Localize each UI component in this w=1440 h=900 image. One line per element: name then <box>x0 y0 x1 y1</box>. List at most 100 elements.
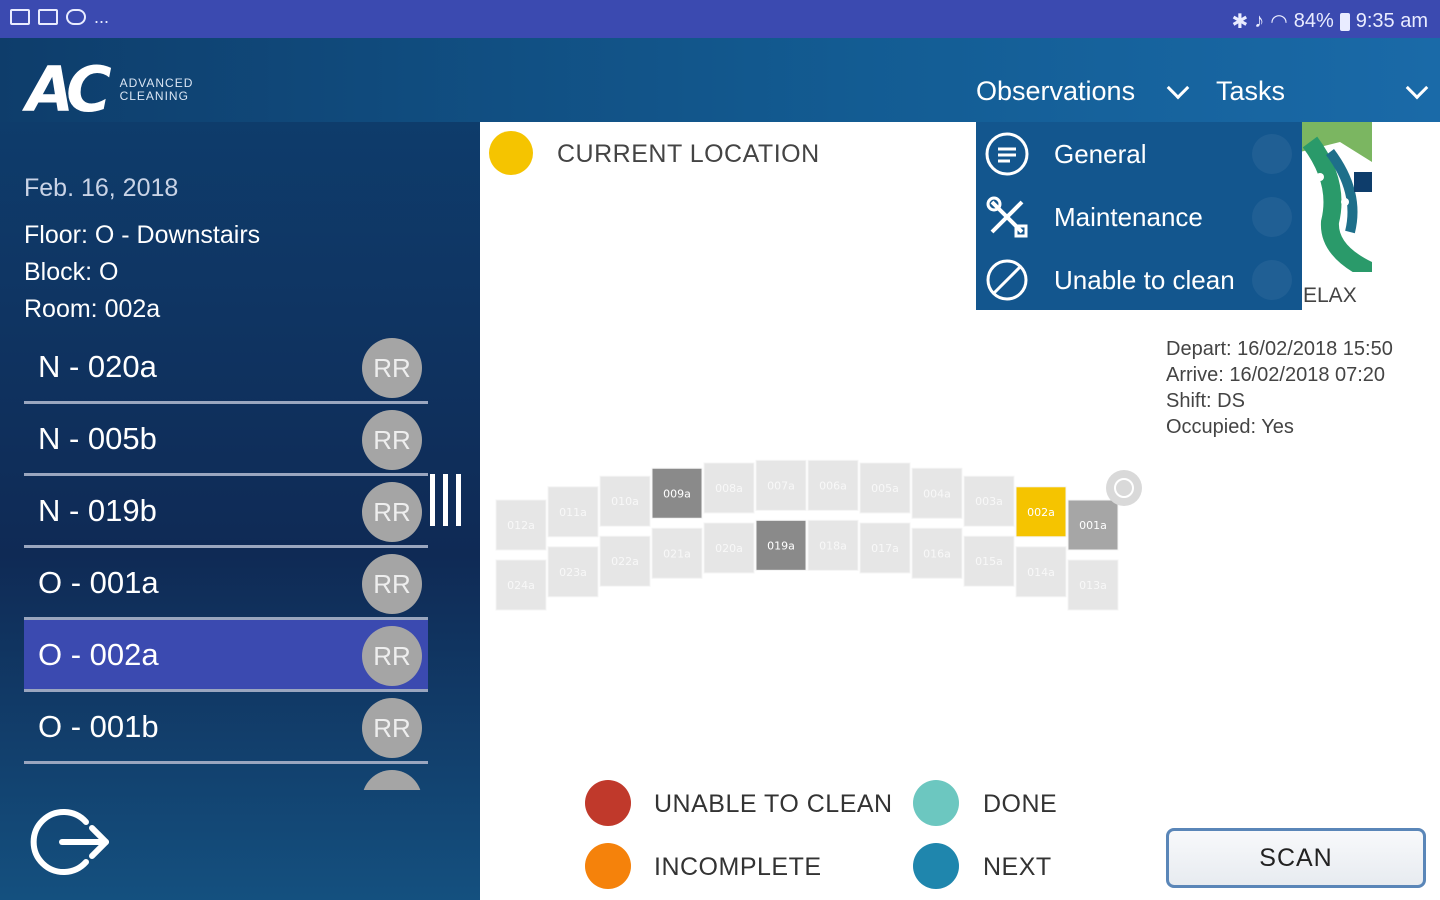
rotate-icon[interactable] <box>1106 470 1142 506</box>
seat-label: 009a <box>663 487 691 500</box>
room-list-item-label: N - 020a <box>38 348 157 384</box>
seat-007a[interactable]: 007a <box>755 459 807 511</box>
room-list-item-label: N - 019b <box>38 492 157 528</box>
relax-label: ELAX <box>1303 284 1357 307</box>
room-status-badge[interactable]: RR <box>362 338 422 398</box>
seat-label: 007a <box>767 479 795 492</box>
seat-020a[interactable]: 020a <box>703 522 755 574</box>
menu-item-maintenance[interactable]: Maintenance <box>976 185 1302 247</box>
logo-mark: AC <box>26 53 112 126</box>
scan-button[interactable]: SCAN <box>1166 828 1426 888</box>
legend-done-label: DONE <box>983 790 1058 818</box>
clock: 9:35 am <box>1355 10 1428 32</box>
seat-label: 013a <box>1079 579 1107 592</box>
seat-022a[interactable]: 022a <box>599 535 651 587</box>
room-list[interactable]: N - 020a RR N - 005b RR N - 019b RR O - … <box>24 332 428 790</box>
seat-label: 024a <box>507 579 535 592</box>
observations-menu[interactable]: Observations <box>976 76 1135 107</box>
room-list-item[interactable]: O - 001b RR <box>24 692 428 764</box>
photo-icon <box>38 9 58 25</box>
seat-012a[interactable]: 012a <box>495 499 547 551</box>
room-status-badge[interactable] <box>362 770 422 790</box>
legend-incomplete-dot <box>585 843 631 889</box>
menu-item-general[interactable]: General <box>976 122 1302 184</box>
legend-next-dot <box>913 843 959 889</box>
block-label: Block: O <box>24 258 119 286</box>
logo-subtitle: ADVANCED CLEANING <box>119 76 194 103</box>
status-bar: ... ✱ ♪ ◠ 84% 9:35 am <box>0 0 1440 38</box>
seat-016a[interactable]: 016a <box>911 527 963 579</box>
current-location-dot <box>489 131 533 175</box>
legend-next-label: NEXT <box>983 853 1052 881</box>
menu-item-label: Maintenance <box>1054 202 1203 232</box>
more-notifications-label: ... <box>94 7 110 27</box>
cloud-icon <box>66 9 86 25</box>
seat-map[interactable]: 012a 011a 010a 009a 008a 007a 006a 005a 004a 003a… <box>480 440 1160 650</box>
room-list-item[interactable]: N - 005b RR <box>24 404 428 476</box>
date-label: Feb. 16, 2018 <box>24 174 179 202</box>
app-logo: AC ADVANCED CLEANING <box>26 53 194 126</box>
ripple <box>1252 260 1292 300</box>
seat-023a[interactable]: 023a <box>547 546 599 598</box>
menu-item-label: General <box>1054 139 1147 169</box>
prohibited-icon <box>986 259 1028 301</box>
room-list-item[interactable] <box>24 764 428 790</box>
seat-label: 016a <box>923 547 951 560</box>
seat-019a[interactable]: 019a <box>755 519 807 571</box>
legend-unable-dot <box>585 780 631 826</box>
room-list-item[interactable]: N - 020a RR <box>24 332 428 404</box>
seat-003a[interactable]: 003a <box>963 475 1015 527</box>
room-status-badge[interactable]: RR <box>362 626 422 686</box>
seat-label: 014a <box>1027 566 1055 579</box>
room-list-item[interactable]: O - 001a RR <box>24 548 428 620</box>
seat-label: 015a <box>975 555 1003 568</box>
shift-info: Shift: DS <box>1166 390 1245 412</box>
logout-icon[interactable] <box>30 804 110 880</box>
seat-label: 023a <box>559 566 587 579</box>
seat-008a[interactable]: 008a <box>703 462 755 514</box>
drawer-drag-handle[interactable] <box>430 474 470 526</box>
seat-001a[interactable]: 001a <box>1067 499 1119 551</box>
seat-018a[interactable]: 018a <box>807 519 859 571</box>
seat-004a[interactable]: 004a <box>911 467 963 519</box>
seat-013a[interactable]: 013a <box>1067 559 1119 611</box>
ripple <box>1252 134 1292 174</box>
seat-009a[interactable]: 009a <box>651 467 703 519</box>
seat-label: 012a <box>507 519 535 532</box>
room-list-item-active[interactable]: O - 002a RR <box>24 620 428 692</box>
venue-map-thumbnail[interactable] <box>1300 122 1372 272</box>
seat-label: 017a <box>871 542 899 555</box>
seat-010a[interactable]: 010a <box>599 475 651 527</box>
seat-014a[interactable]: 014a <box>1015 546 1067 598</box>
room-status-badge[interactable]: RR <box>362 698 422 758</box>
room-list-item-label: O - 002a <box>38 636 159 672</box>
room-list-item-label: O - 001b <box>38 708 159 744</box>
seat-015a[interactable]: 015a <box>963 535 1015 587</box>
seat-label: 011a <box>559 506 587 519</box>
gallery-icon <box>10 9 30 25</box>
seat-label: 018a <box>819 539 847 552</box>
floor-label: Floor: O - Downstairs <box>24 221 261 249</box>
seat-label: 019a <box>767 539 795 552</box>
seat-005a[interactable]: 005a <box>859 462 911 514</box>
seat-021a[interactable]: 021a <box>651 527 703 579</box>
system-status: ✱ ♪ ◠ 84% 9:35 am <box>1231 9 1428 34</box>
room-list-item-label: N - 005b <box>38 420 157 456</box>
room-status-badge[interactable]: RR <box>362 410 422 470</box>
notification-icons: ... <box>10 7 110 27</box>
menu-item-unable-to-clean[interactable]: Unable to clean <box>976 248 1302 310</box>
room-status-badge[interactable]: RR <box>362 482 422 542</box>
seat-label: 021a <box>663 547 691 560</box>
seat-011a[interactable]: 011a <box>547 486 599 538</box>
tasks-menu[interactable]: Tasks <box>1216 76 1285 107</box>
room-status-badge[interactable]: RR <box>362 554 422 614</box>
legend-unable-label: UNABLE TO CLEAN <box>654 790 893 818</box>
room-list-item[interactable]: N - 019b RR <box>24 476 428 548</box>
seat-006a[interactable]: 006a <box>807 459 859 511</box>
arrive-info: Arrive: 16/02/2018 07:20 <box>1166 364 1386 386</box>
seat-label: 001a <box>1079 519 1107 532</box>
seat-label: 008a <box>715 482 743 495</box>
seat-002a[interactable]: 002a <box>1015 486 1067 538</box>
seat-017a[interactable]: 017a <box>859 522 911 574</box>
seat-024a[interactable]: 024a <box>495 559 547 611</box>
